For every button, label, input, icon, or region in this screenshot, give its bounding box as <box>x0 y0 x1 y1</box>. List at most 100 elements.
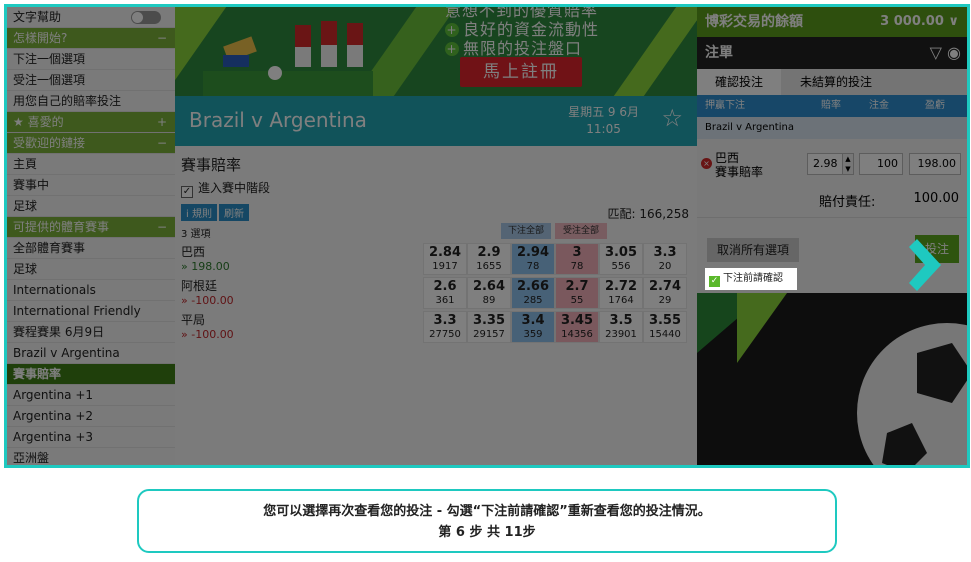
sidebar-item[interactable]: 全部體育賽事 <box>7 238 175 259</box>
sidebar-item-label: 可提供的體育賽事 <box>13 220 110 234</box>
star-icon[interactable]: ☆ <box>661 106 683 130</box>
odds-price: 3.5 <box>609 313 633 328</box>
sidebar-item[interactable]: Internationals <box>7 280 175 301</box>
sidebar-section-header[interactable]: 可提供的體育賽事 − <box>7 217 175 238</box>
cancel-all-button[interactable]: 取消所有選項 <box>707 238 799 262</box>
sidebar-item[interactable]: 主頁 <box>7 154 175 175</box>
register-button[interactable]: 馬上註冊 <box>460 57 582 87</box>
star-icon: ★ <box>13 115 28 129</box>
sidebar-item[interactable]: 足球 <box>7 259 175 280</box>
stake-input[interactable]: 100 <box>859 153 903 175</box>
sidebar-item-label: 受歡迎的鏈接 <box>13 136 86 150</box>
lay-all-button[interactable]: 受注全部 <box>555 223 607 239</box>
sidebar-item[interactable]: 下注一個選項 <box>7 49 175 70</box>
expand-icon[interactable]: + <box>157 112 167 132</box>
filter-icon[interactable]: ▽ <box>930 43 942 62</box>
rules-button[interactable]: i 規則 <box>181 204 217 221</box>
sidebar-item[interactable]: 文字幫助 <box>7 7 175 28</box>
sidebar-item[interactable]: Brazil v Argentina <box>7 343 175 364</box>
sidebar-section-header[interactable]: ★ 喜愛的 + <box>7 112 175 133</box>
sidebar-item[interactable]: 受注一個選項 <box>7 70 175 91</box>
help-toggle[interactable] <box>131 11 161 24</box>
collapse-icon[interactable]: − <box>157 217 167 237</box>
sidebar-item[interactable]: 賽事賠率 <box>7 364 175 385</box>
lay-odds-cell[interactable]: 3.45 14356 <box>555 311 599 343</box>
sidebar-item-label: Argentina +1 <box>13 388 94 402</box>
back-odds-cell[interactable]: 3.4 359 <box>511 311 555 343</box>
odds-input[interactable]: 2.98 <box>807 153 843 175</box>
odds-size: 78 <box>570 261 584 272</box>
runner-name: 平局 <box>181 313 206 327</box>
tab-unmatched-bets[interactable]: 未結算的投注 <box>781 69 891 95</box>
balance-label: 博彩交易的餘額 <box>705 14 803 30</box>
odds-size: 556 <box>611 261 631 272</box>
back-odds-cell[interactable]: 3.3 27750 <box>423 311 467 343</box>
odds-price: 2.9 <box>477 245 501 260</box>
lay-odds-cell[interactable]: 3 78 <box>555 243 599 275</box>
sidebar-section-header[interactable]: 受歡迎的鏈接 − <box>7 133 175 154</box>
refresh-button[interactable]: 刷新 <box>218 204 249 221</box>
back-odds-cell[interactable]: 2.84 1917 <box>423 243 467 275</box>
eye-icon[interactable]: ◉ <box>947 43 961 62</box>
sidebar-item-label: 喜愛的 <box>27 115 64 129</box>
betslip-tabs: 確認投注 未結算的投注 <box>697 69 967 95</box>
tab-confirm-bets[interactable]: 確認投注 <box>697 69 781 95</box>
lay-odds-cell[interactable]: 3.05 556 <box>599 243 643 275</box>
sidebar-item[interactable]: 賽事中 <box>7 175 175 196</box>
sidebar-item[interactable]: International Friendly <box>7 301 175 322</box>
bet-selection: 巴西 <box>715 151 740 165</box>
sidebar-item[interactable]: 用您自己的賠率投注 <box>7 91 175 112</box>
odds-price: 2.64 <box>472 279 506 294</box>
liability-value: 100.00 <box>913 191 960 206</box>
odds-size: 361 <box>435 295 455 306</box>
sidebar: 文字幫助 怎樣開始? − 下注一個選項 受注一個選項 用您自己的賠率投注 ★ 喜愛的 + 受歡迎… <box>7 7 175 465</box>
odds-stepper[interactable]: ▲ ▼ <box>842 153 854 175</box>
odds-size: 359 <box>523 329 543 340</box>
back-odds-cell[interactable]: 2.9 1655 <box>467 243 511 275</box>
sidebar-item-label: 賽事賠率 <box>13 367 62 381</box>
sidebar-item[interactable]: Argentina +1 <box>7 385 175 406</box>
inplay-checkbox[interactable]: ✓ 進入賽中階段 <box>181 179 270 198</box>
sidebar-item[interactable]: 足球 <box>7 196 175 217</box>
back-all-button[interactable]: 下注全部 <box>501 223 551 239</box>
lay-odds-cell[interactable]: 3.5 23901 <box>599 311 643 343</box>
back-odds-cell[interactable]: 2.66 285 <box>511 277 555 309</box>
betslip-header: 注單 ▽ ◉ <box>697 37 967 69</box>
confirm-before-bet-label: 下注前請確認 <box>723 273 783 284</box>
lay-odds-cell[interactable]: 2.7 55 <box>555 277 599 309</box>
odds-size: 1764 <box>608 295 634 306</box>
lay-odds-cell[interactable]: 2.74 29 <box>643 277 687 309</box>
sidebar-item[interactable]: Argentina +2 <box>7 406 175 427</box>
sidebar-item[interactable]: 賽程賽果 6月9日 <box>7 322 175 343</box>
col-odds: 賠率 <box>821 100 841 111</box>
collapse-icon[interactable]: − <box>157 133 167 153</box>
lay-odds-cell[interactable]: 2.72 1764 <box>599 277 643 309</box>
confirm-before-bet-checkbox[interactable]: ✓ 下注前請確認 <box>705 268 797 290</box>
back-odds-cell[interactable]: 2.6 361 <box>423 277 467 309</box>
match-header: Brazil v Argentina 星期五 9 6月 11:05 ☆ <box>175 96 697 146</box>
lay-odds-cell[interactable]: 3.55 15440 <box>643 311 687 343</box>
back-odds-cell[interactable]: 3.35 29157 <box>467 311 511 343</box>
remove-bet-icon[interactable]: × <box>701 158 712 169</box>
promo-text: 意想不到的優質賠率 + 良好的資金流動性 + 無限的投注盤口 <box>445 7 600 58</box>
checkbox-checked-icon: ✓ <box>709 276 720 287</box>
market-panel: 賽事賠率 ✓ 進入賽中階段 i 規則 刷新 匹配: 166,258 3 選項 下注全… <box>175 146 697 465</box>
market-title: 賽事賠率 <box>181 156 242 174</box>
sidebar-item[interactable]: Argentina +3 <box>7 427 175 448</box>
sidebar-item[interactable]: 亞洲盤 <box>7 448 175 465</box>
balance-amount[interactable]: 3 000.00 ∨ <box>880 7 959 37</box>
runner-profit: » 198.00 <box>181 260 230 273</box>
back-odds-cell[interactable]: 2.64 89 <box>467 277 511 309</box>
sidebar-item-label: 賽事中 <box>13 178 50 192</box>
tooltip-step: 第 6 步 共 11步 <box>438 525 536 540</box>
odds-size: 1655 <box>476 261 502 272</box>
sidebar-section-header[interactable]: 怎樣開始? − <box>7 28 175 49</box>
checkbox-checked-icon: ✓ <box>181 186 193 198</box>
inplay-label: 進入賽中階段 <box>198 181 271 195</box>
lay-odds-cell[interactable]: 3.3 20 <box>643 243 687 275</box>
runner-row: 阿根廷» -100.00 <box>181 277 234 311</box>
collapse-icon[interactable]: − <box>157 28 167 48</box>
sidebar-item-label: 下注一個選項 <box>13 52 86 66</box>
promo-banner[interactable]: 意想不到的優質賠率 + 良好的資金流動性 + 無限的投注盤口 馬上註冊 <box>175 7 697 96</box>
back-odds-cell[interactable]: 2.94 78 <box>511 243 555 275</box>
